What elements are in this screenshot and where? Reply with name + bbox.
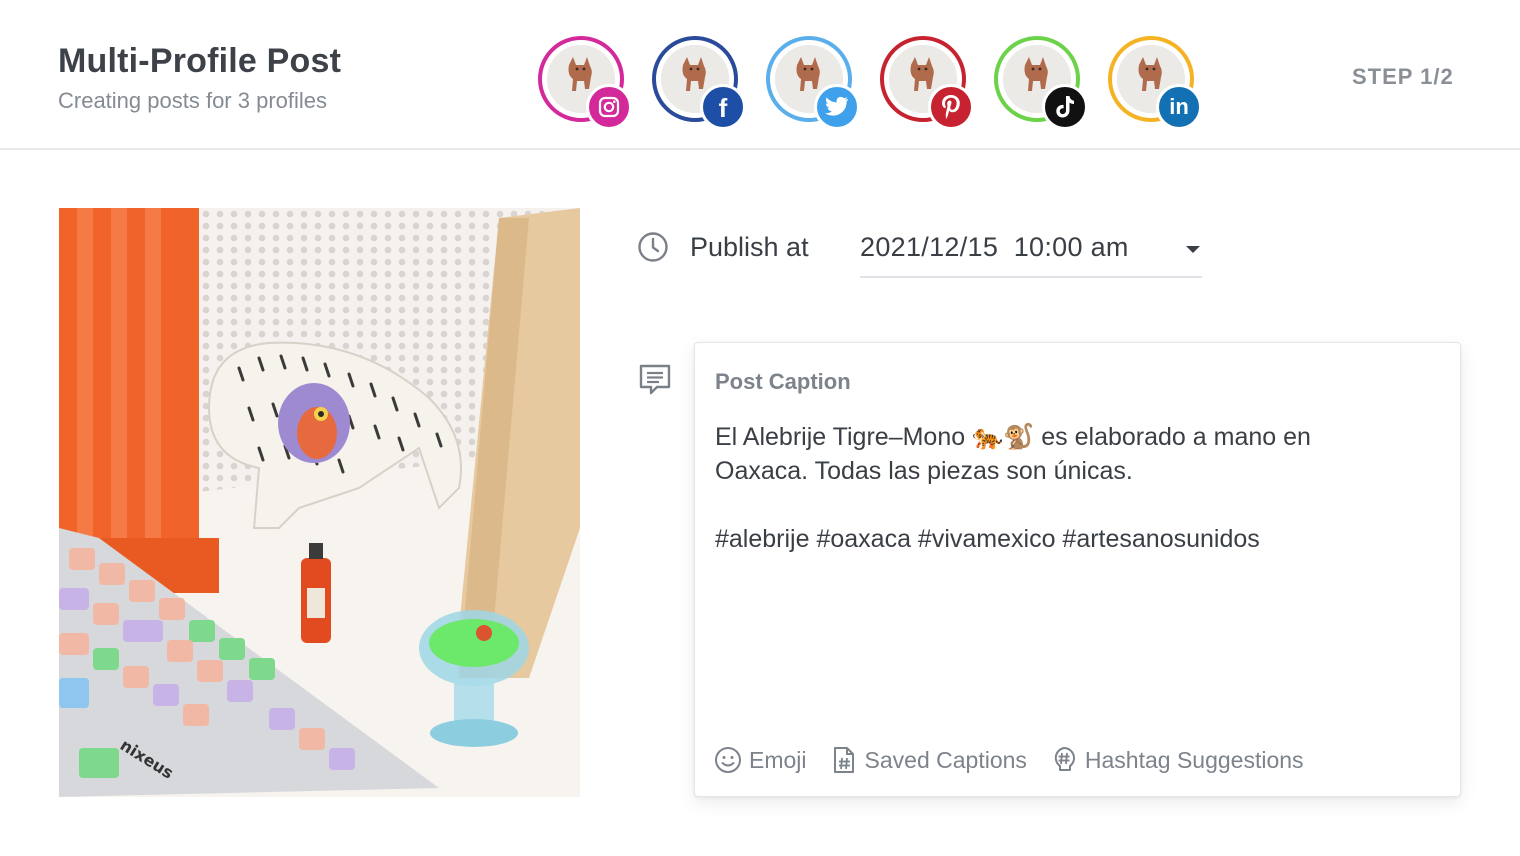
profile-pinterest[interactable]	[880, 36, 974, 130]
post-image: nixeus	[59, 208, 580, 797]
publish-datetime-select[interactable]: 2021/12/15 10:00 am	[860, 222, 1202, 278]
caption-toolbar: Emoji Saved Captions Hashtag Suggestions	[713, 743, 1326, 777]
publish-datetime-value: 2021/12/15 10:00 am	[860, 232, 1129, 262]
saved-captions-label: Saved Captions	[864, 746, 1027, 773]
caption-line: Oaxaca. Todas las piezas son únicas.	[715, 457, 1133, 485]
facebook-icon: f	[700, 84, 746, 130]
twitter-icon	[814, 84, 860, 130]
post-caption-label: Post Caption	[715, 369, 851, 394]
saved-captions-button[interactable]: Saved Captions	[829, 745, 1027, 775]
caption-line: El Alebrije Tigre–Mono 🐅🐒 es elaborado a…	[715, 423, 1311, 451]
linkedin-glyph: in	[1169, 94, 1189, 119]
hashtag-bulb-icon	[1054, 747, 1075, 771]
emoji-button[interactable]: Emoji	[713, 745, 807, 775]
profile-linkedin[interactable]: in	[1108, 36, 1202, 130]
page-subtitle: Creating posts for 3 profiles	[58, 88, 328, 113]
instagram-icon	[586, 84, 632, 130]
tiktok-icon	[1042, 84, 1088, 130]
header: Multi-Profile Post Creating posts for 3 …	[0, 0, 1520, 150]
hashtag-suggestions-button[interactable]: Hashtag Suggestions	[1049, 745, 1304, 775]
smiley-icon	[715, 747, 741, 773]
profile-tiktok[interactable]	[994, 36, 1088, 130]
profile-twitter[interactable]	[766, 36, 860, 130]
post-caption-editor[interactable]: Post Caption El Alebrije Tigre–Mono 🐅🐒 e…	[694, 342, 1461, 797]
linkedin-icon: in	[1156, 84, 1202, 130]
profile-facebook[interactable]: f	[652, 36, 746, 130]
profile-instagram[interactable]	[538, 36, 632, 130]
clock-icon	[638, 232, 668, 262]
step-indicator: STEP 1/2	[1352, 64, 1454, 89]
page-title: Multi-Profile Post	[58, 42, 342, 80]
pinterest-icon	[928, 84, 974, 130]
caption-line	[715, 488, 1415, 522]
comment-icon	[639, 364, 671, 395]
chevron-down-icon	[1186, 246, 1200, 253]
caption-line: #alebrije #oaxaca #vivamexico #artesanos…	[715, 525, 1260, 553]
alebrije-photo: nixeus	[59, 208, 580, 797]
post-caption-textarea[interactable]: El Alebrije Tigre–Mono 🐅🐒 es elaborado a…	[715, 420, 1415, 556]
file-hashtag-icon	[833, 747, 854, 773]
hashtag-suggestions-label: Hashtag Suggestions	[1084, 746, 1304, 773]
emoji-label: Emoji	[749, 746, 807, 773]
publish-at-label: Publish at	[690, 232, 809, 262]
facebook-glyph: f	[718, 92, 728, 123]
